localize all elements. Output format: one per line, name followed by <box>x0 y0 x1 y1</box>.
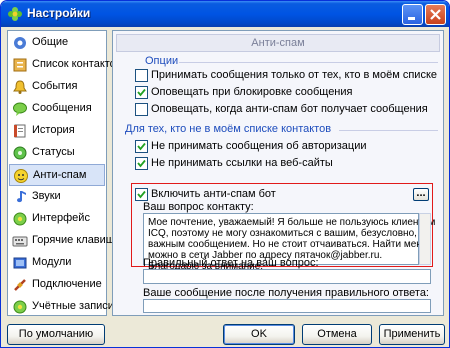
question-line: Мое почтение, уважаемый! Я больше не пол… <box>148 217 436 228</box>
connection-icon <box>14 279 26 291</box>
reject-auth-label: Не принимать сообщения об авторизации <box>151 140 367 152</box>
sidebar-item-sounds[interactable]: Звуки <box>9 186 105 208</box>
ok-button[interactable]: OK <box>223 324 295 345</box>
cancel-button[interactable]: Отмена <box>302 324 372 345</box>
sidebar-item-connection[interactable]: Подключение <box>9 274 105 296</box>
messages-icon <box>13 102 27 116</box>
sidebar-item-interface[interactable]: Интерфейс <box>9 208 105 230</box>
sidebar-item-contact-list[interactable]: Список контактов <box>9 54 122 76</box>
hotkeys-icon <box>12 236 28 247</box>
question-line: важным сообщением. Но не стоит отчаивать… <box>148 239 428 250</box>
question-line: ICQ, поэтому не могу ознакомиться с ваши… <box>148 228 417 239</box>
accept-only-contacts-label: Принимать сообщения только от тех, кто в… <box>151 69 438 81</box>
sidebar-item-messages[interactable]: Сообщения <box>9 98 105 120</box>
history-icon <box>14 124 26 138</box>
answer-label: Правильный ответ на ваш вопрос: <box>143 257 319 269</box>
reject-links-label: Не принимать ссылки на веб-сайты <box>151 157 333 169</box>
accounts-icon <box>13 300 27 314</box>
sidebar-item-general[interactable]: Общие <box>9 32 105 54</box>
settings-sidebar: Общие Список контактов События Сообщения… <box>7 30 122 318</box>
window-title: Настройки <box>27 6 91 20</box>
not-in-list-group-title: Для тех, кто не в моём списке контактов <box>125 123 332 135</box>
defaults-button[interactable]: По умолчанию <box>7 324 105 345</box>
options-separator <box>179 62 438 63</box>
reject-auth-checkbox[interactable] <box>135 140 148 153</box>
enable-bot-checkbox[interactable] <box>135 188 148 201</box>
settings-window: Настройки Общие Список контактов События <box>0 0 450 348</box>
sidebar-item-history[interactable]: История <box>9 120 105 142</box>
sidebar-item-label: Горячие клавиши <box>32 234 121 246</box>
sidebar-item-label: Сообщения <box>32 102 92 114</box>
sounds-icon <box>17 191 26 203</box>
accept-only-contacts-checkbox[interactable] <box>135 69 148 82</box>
sidebar-item-label: Общие <box>32 36 69 48</box>
window-client: Общие Список контактов События Сообщения… <box>4 27 447 319</box>
notify-bot-receives-checkbox[interactable] <box>135 103 148 116</box>
app-flower-icon <box>8 7 22 21</box>
sidebar-item-label: Интерфейс <box>32 212 90 224</box>
sidebar-item-anti-spam[interactable]: Анти-спам <box>9 164 105 186</box>
minimize-icon <box>408 17 415 20</box>
answer-field[interactable] <box>143 269 431 284</box>
options-group-title: Опции <box>145 55 179 67</box>
sidebar-item-label: Учётные записи <box>32 300 114 312</box>
sidebar-item-label: История <box>32 124 75 136</box>
anti-spam-icon <box>14 169 28 183</box>
checkmark-icon <box>137 142 146 151</box>
bot-settings-button[interactable]: ... <box>413 188 429 201</box>
sidebar-item-label: Звуки <box>32 190 61 202</box>
sidebar-item-label: Подключение <box>32 278 102 290</box>
sidebar-item-label: Модули <box>32 256 72 268</box>
not-in-list-separator <box>339 130 438 131</box>
interface-icon <box>13 212 27 226</box>
question-scrollbar[interactable] <box>419 213 431 265</box>
events-icon <box>13 80 27 94</box>
reject-links-checkbox[interactable] <box>135 157 148 170</box>
status-icon <box>13 146 27 160</box>
after-answer-label: Ваше сообщение после получения правильно… <box>143 287 429 299</box>
question-label: Ваш вопрос контакту: <box>143 201 254 213</box>
notify-on-block-checkbox[interactable] <box>135 86 148 99</box>
settings-icon <box>14 37 26 49</box>
sidebar-item-label: Список контактов <box>32 58 122 70</box>
sidebar-item-events[interactable]: События <box>9 76 105 98</box>
modules-icon <box>13 257 27 269</box>
title-bar[interactable]: Настройки <box>1 1 449 27</box>
sidebar-item-statuses[interactable]: Статусы <box>9 142 105 164</box>
contact-list-icon <box>13 58 27 72</box>
sidebar-item-label: Статусы <box>32 146 75 158</box>
sidebar-item-modules[interactable]: Модули <box>9 252 105 274</box>
enable-bot-label: Включить анти-спам бот <box>151 188 276 200</box>
sidebar-item-label: Анти-спам <box>33 169 87 181</box>
sidebar-item-label: События <box>32 80 78 92</box>
notify-bot-receives-label: Оповещать, когда анти-спам бот получает … <box>151 103 428 115</box>
apply-button[interactable]: Применить <box>379 324 445 345</box>
close-icon <box>430 9 441 20</box>
notify-on-block-label: Оповещать при блокировке сообщения <box>151 86 353 98</box>
minimize-button[interactable] <box>402 4 423 25</box>
page-title: Анти-спам <box>116 34 440 52</box>
checkmark-icon <box>137 190 146 199</box>
close-button[interactable] <box>425 4 446 25</box>
checkmark-icon <box>137 159 146 168</box>
sidebar-item-accounts[interactable]: Учётные записи <box>9 296 114 318</box>
anti-spam-panel: Анти-спам Опции Принимать сообщения толь… <box>112 30 444 316</box>
after-answer-field[interactable] <box>143 299 431 313</box>
sidebar-item-hotkeys[interactable]: Горячие клавиши <box>9 230 121 252</box>
checkmark-icon <box>137 88 146 97</box>
